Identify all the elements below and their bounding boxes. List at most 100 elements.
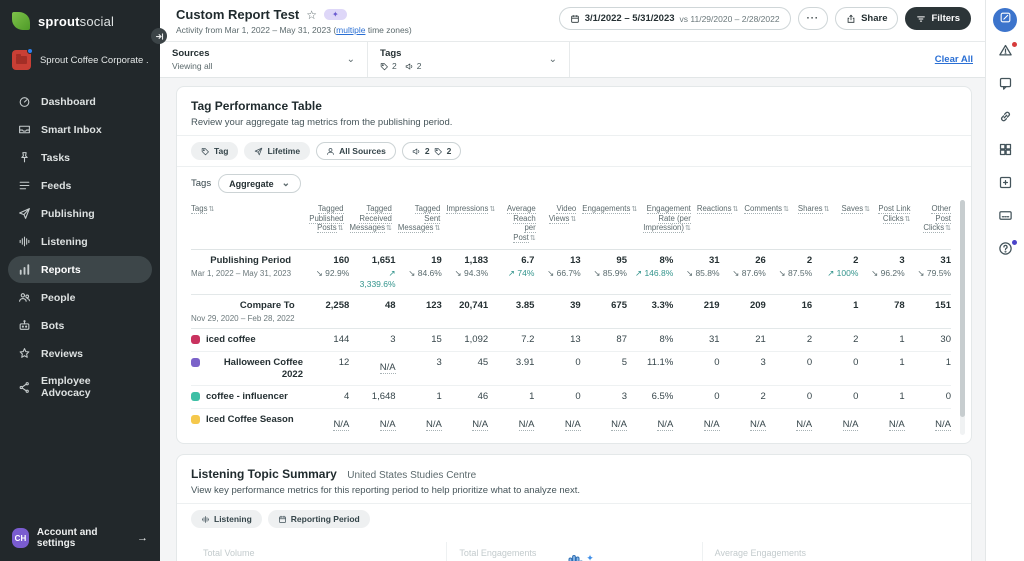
share-button[interactable]: Share (835, 7, 899, 30)
sort-icon[interactable]: ⇅ (685, 225, 691, 232)
metric-value: 15 (431, 333, 442, 345)
workspace-switcher[interactable]: Sprout Coffee Corporate ... (0, 40, 160, 84)
sort-icon[interactable]: ⇅ (434, 225, 440, 232)
metric-cell: 3 ↘ 96.2% (864, 255, 905, 279)
widget-filter-chips: Listening Reporting Period (177, 504, 971, 534)
metric-cell: 26 ↘ 87.6% (726, 255, 766, 279)
column-header-engagement-rate-per-impression[interactable]: Engagement Rate (per Impression)⇅ (643, 204, 691, 234)
sidebar-item-publishing[interactable]: Publishing (8, 200, 152, 227)
metric-cell: 13 ↘ 66.7% (540, 255, 581, 279)
column-label: Tags (191, 204, 208, 214)
sort-icon[interactable]: ⇅ (570, 216, 576, 223)
sidebar-item-reports[interactable]: Reports (8, 256, 152, 283)
sidebar-collapse-button[interactable] (151, 28, 167, 44)
link-button[interactable] (993, 107, 1017, 131)
metric-value: N/A (564, 419, 581, 432)
reports-icon (18, 263, 31, 276)
messages-button[interactable] (993, 74, 1017, 98)
column-header-tagged-published-posts[interactable]: Tagged Published Posts⇅ (309, 204, 344, 234)
account-and-settings[interactable]: CH Account and settings → (0, 515, 160, 561)
date-range-button[interactable]: 3/1/2022 – 5/31/2023 vs 11/29/2020 – 2/2… (558, 7, 791, 30)
metric-cell: N/A (448, 414, 489, 432)
metric-value: 31 (708, 333, 720, 345)
metric-cell: 2,258 (309, 300, 350, 311)
chip-tag[interactable]: Tag (191, 142, 239, 160)
column-header-video-views[interactable]: Video Views⇅ (542, 204, 577, 224)
ai-assist-badge[interactable]: ✦ (324, 9, 347, 20)
sort-icon[interactable]: ⇅ (489, 206, 495, 213)
sort-icon[interactable]: ⇅ (824, 206, 830, 213)
metric-value: 16 (801, 299, 813, 311)
sort-icon[interactable]: ⇅ (733, 206, 739, 213)
sort-icon[interactable]: ⇅ (208, 206, 214, 213)
column-header-comments[interactable]: Comments⇅ (744, 204, 789, 215)
filters-button[interactable]: Filters (905, 7, 971, 30)
column-header-tagged-received-messages[interactable]: Tagged Received Messages⇅ (349, 204, 392, 234)
metric-value: 1 (853, 299, 859, 311)
metric-cell: 0 (679, 357, 719, 368)
column-header-saves[interactable]: Saves⇅ (835, 204, 870, 215)
timezones-link[interactable]: multiple (336, 25, 365, 35)
metric-cell: 0 (540, 391, 580, 402)
sidebar-item-feeds[interactable]: Feeds (8, 172, 152, 199)
panel-button[interactable] (993, 206, 1017, 230)
delta-down: ↘ 84.6% (408, 267, 442, 278)
column-header-shares[interactable]: Shares⇅ (795, 204, 830, 215)
sort-icon[interactable]: ⇅ (905, 216, 911, 223)
column-header-engagements[interactable]: Engagements⇅ (582, 204, 637, 215)
favorite-star-icon[interactable]: ☆ (306, 8, 317, 22)
aggregate-select[interactable]: Aggregate ⌄ (218, 174, 301, 193)
metric-cell: 11.1% (633, 357, 673, 368)
tags-filter[interactable]: Tags 22 ⌄ (368, 42, 570, 77)
metric-value: 31 (940, 254, 951, 266)
sort-icon[interactable]: ⇅ (864, 206, 870, 213)
sort-icon[interactable]: ⇅ (631, 206, 637, 213)
sort-icon[interactable]: ⇅ (386, 225, 392, 232)
metric-cell: 1,648 (355, 391, 396, 402)
sort-icon[interactable]: ⇅ (945, 225, 951, 232)
chip-counts[interactable]: 22 (401, 142, 462, 160)
alerts-button[interactable] (993, 41, 1017, 65)
compose-button[interactable] (993, 8, 1017, 32)
metric-cell: 7.2 (494, 334, 534, 345)
row-name-cell: iced coffee (191, 334, 303, 346)
sidebar-item-dashboard[interactable]: Dashboard (8, 88, 152, 115)
metric-cell: 1 (864, 391, 904, 402)
column-header-impressions[interactable]: Impressions⇅ (446, 204, 495, 215)
delta-down: ↘ 79.5% (917, 267, 951, 278)
sort-icon[interactable]: ⇅ (783, 206, 789, 213)
column-header-average-reach-per-post[interactable]: Average Reach per Post⇅ (501, 204, 536, 244)
chip-all-sources[interactable]: All Sources (316, 142, 396, 160)
more-options-button[interactable]: ··· (797, 7, 829, 30)
sidebar-item-label: Feeds (41, 179, 72, 192)
listening-icon (18, 235, 31, 248)
clear-all-link[interactable]: Clear All (935, 54, 973, 65)
chip-listening[interactable]: Listening (191, 510, 262, 529)
activity-range: Activity from Mar 1, 2022 – May 31, 2023… (176, 25, 412, 35)
column-header-tagged-sent-messages[interactable]: Tagged Sent Messages⇅ (397, 204, 441, 234)
chip-reporting-period[interactable]: Reporting Period (267, 510, 370, 529)
chip-lifetime[interactable]: Lifetime (244, 142, 311, 160)
metric-value: 3 (621, 391, 627, 403)
sort-icon[interactable]: ⇅ (530, 235, 536, 242)
sidebar-item-reviews[interactable]: Reviews (8, 340, 152, 367)
sidebar-item-listening[interactable]: Listening (8, 228, 152, 255)
column-header-reactions[interactable]: Reactions⇅ (696, 204, 739, 215)
sprout-logo[interactable]: sproutsocial (0, 0, 160, 40)
apps-grid-button[interactable] (993, 140, 1017, 164)
sidebar-item-employee-advocacy[interactable]: Employee Advocacy (8, 368, 152, 406)
sort-icon[interactable]: ⇅ (338, 225, 344, 232)
column-header-post-link-clicks[interactable]: Post Link Clicks⇅ (876, 204, 911, 224)
sidebar-nav: Dashboard Smart Inbox Tasks Feeds Publishing… (0, 84, 160, 515)
column-header-tags[interactable]: Tags⇅ (191, 204, 303, 215)
sidebar-item-tasks[interactable]: Tasks (8, 144, 152, 171)
table-scrollbar[interactable] (960, 200, 965, 436)
sidebar-item-smart-inbox[interactable]: Smart Inbox (8, 116, 152, 143)
column-header-other-post-clicks[interactable]: Other Post Clicks⇅ (916, 204, 951, 234)
help-button[interactable] (993, 239, 1017, 263)
sidebar-item-people[interactable]: People (8, 284, 152, 311)
sidebar-item-bots[interactable]: Bots (8, 312, 152, 339)
add-square-button[interactable] (993, 173, 1017, 197)
metric-value: 3.85 (515, 299, 535, 311)
sources-filter[interactable]: Sources Viewing all ⌄ (160, 42, 368, 77)
